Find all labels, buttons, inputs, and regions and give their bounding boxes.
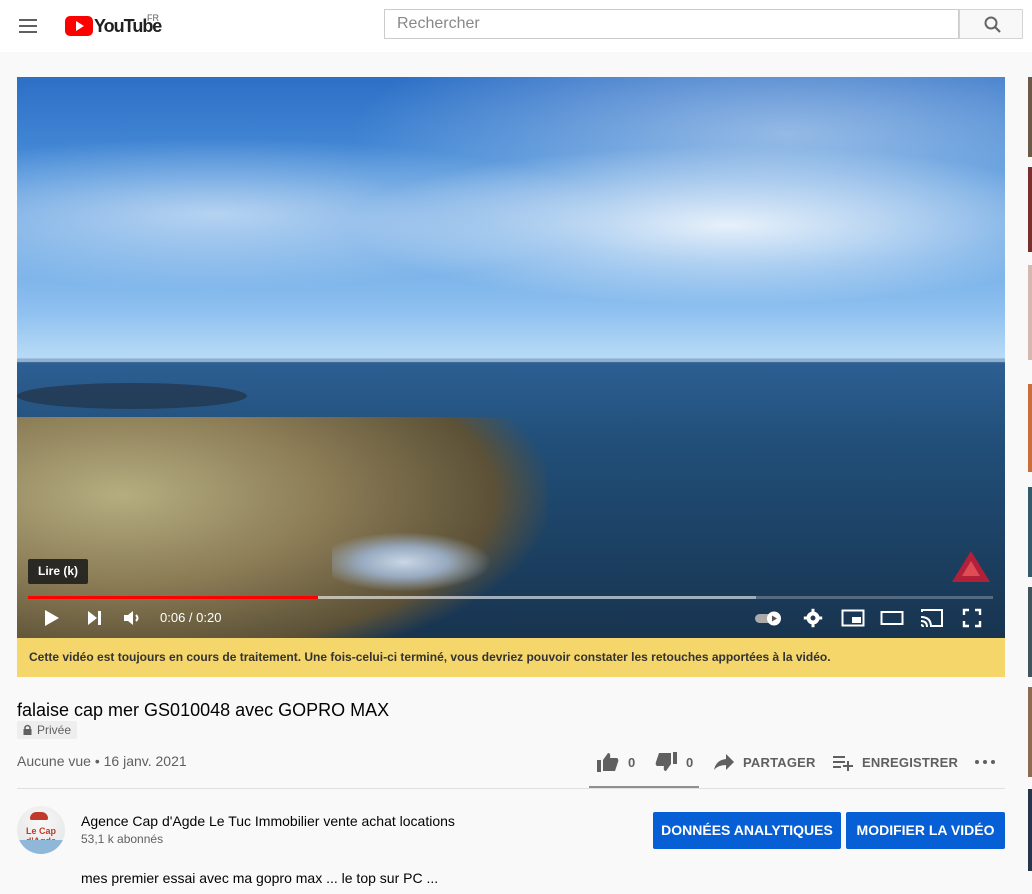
recommended-thumbnail[interactable] <box>1028 167 1032 252</box>
save-label: ENREGISTRER <box>862 754 959 770</box>
avatar-hat <box>30 812 48 820</box>
recommended-thumbnail[interactable] <box>1028 587 1032 677</box>
recommended-thumbnail[interactable] <box>1028 77 1032 157</box>
youtube-play-logo-icon <box>65 16 93 36</box>
search-input[interactable]: Rechercher <box>384 9 959 39</box>
edit-video-button[interactable]: MODIFIER LA VIDÉO <box>846 812 1005 849</box>
recommended-thumbnail[interactable] <box>1028 384 1032 472</box>
thumbs-down-icon <box>655 752 677 771</box>
search-icon <box>984 16 1001 33</box>
thumbs-up-icon <box>597 753 619 772</box>
progress-played <box>28 596 318 599</box>
play-icon <box>45 610 59 626</box>
video-player[interactable] <box>17 77 1005 638</box>
recommended-thumbnail[interactable] <box>1028 265 1032 360</box>
recommended-thumbnail[interactable] <box>1028 789 1032 871</box>
like-count: 0 <box>628 754 636 770</box>
privacy-label: Privée <box>37 723 72 737</box>
share-label: PARTAGER <box>743 754 816 770</box>
privacy-badge: Privée <box>17 721 78 739</box>
current-time: 0:06 <box>160 610 186 625</box>
save-button[interactable]: ENREGISTRER <box>832 747 958 777</box>
theater-mode-icon <box>880 611 904 625</box>
theater-mode-button[interactable] <box>880 610 904 626</box>
lock-icon <box>23 724 32 735</box>
recommended-thumbnail[interactable] <box>1028 687 1032 777</box>
meta-separator: • <box>90 753 104 769</box>
cast-button[interactable] <box>919 608 945 628</box>
video-sky <box>17 77 1005 362</box>
channel-name[interactable]: Agence Cap d'Agde Le Tuc Immobilier vent… <box>81 813 455 829</box>
autoplay-toggle-icon <box>755 611 781 626</box>
dislike-count: 0 <box>686 754 694 770</box>
miniplayer-button[interactable] <box>841 609 865 627</box>
playlist-add-icon <box>833 756 853 771</box>
avatar-sea <box>17 840 65 854</box>
miniplayer-icon <box>841 609 865 627</box>
video-foam <box>332 532 492 592</box>
section-divider <box>17 788 1005 789</box>
next-icon <box>88 611 101 625</box>
processing-notice: Cette vidéo est toujours en cours de tra… <box>17 638 1005 677</box>
volume-button[interactable] <box>122 608 142 628</box>
dislike-button[interactable]: 0 <box>654 747 693 777</box>
video-meta: Aucune vue • 16 janv. 2021 <box>17 753 187 769</box>
youtube-logo[interactable]: YouTube FR <box>65 13 162 37</box>
share-button[interactable]: PARTAGER <box>713 747 816 777</box>
like-button[interactable]: 0 <box>596 747 635 777</box>
gear-icon <box>803 608 823 628</box>
play-button[interactable] <box>43 608 61 628</box>
volume-icon <box>124 611 139 625</box>
view-count: Aucune vue <box>17 753 91 769</box>
video-cliff <box>17 417 547 638</box>
play-tooltip: Lire (k) <box>28 559 88 584</box>
settings-button[interactable] <box>803 608 823 628</box>
top-bar: YouTube FR Rechercher <box>0 0 1032 52</box>
next-button[interactable] <box>86 609 104 627</box>
country-code: FR <box>147 13 159 23</box>
menu-icon[interactable] <box>17 14 41 38</box>
video-horizon <box>17 360 1005 362</box>
subscriber-count: 53,1 k abonnés <box>81 832 164 846</box>
more-horiz-icon <box>975 760 995 764</box>
video-description: mes premier essai avec ma gopro max ... … <box>81 870 439 886</box>
duration: 0:20 <box>196 610 222 625</box>
video-title: falaise cap mer GS010048 avec GOPRO MAX <box>17 700 390 720</box>
fullscreen-button[interactable] <box>962 608 982 628</box>
autoplay-toggle[interactable] <box>754 610 784 626</box>
search-button[interactable] <box>959 9 1023 39</box>
analytics-button[interactable]: DONNÉES ANALYTIQUES <box>653 812 841 849</box>
fullscreen-icon <box>962 608 982 628</box>
gopro-watermark-icon <box>949 548 993 591</box>
cast-icon <box>920 609 943 628</box>
more-actions-button[interactable] <box>974 747 996 777</box>
channel-avatar[interactable]: Le Cap d'Agde <box>17 806 65 854</box>
share-icon <box>714 754 734 770</box>
upload-date: 16 janv. 2021 <box>103 753 187 769</box>
time-separator: / <box>185 610 197 625</box>
recommended-thumbnail[interactable] <box>1028 487 1032 577</box>
time-display: 0:06 / 0:20 <box>160 610 221 625</box>
video-reef <box>17 383 247 409</box>
